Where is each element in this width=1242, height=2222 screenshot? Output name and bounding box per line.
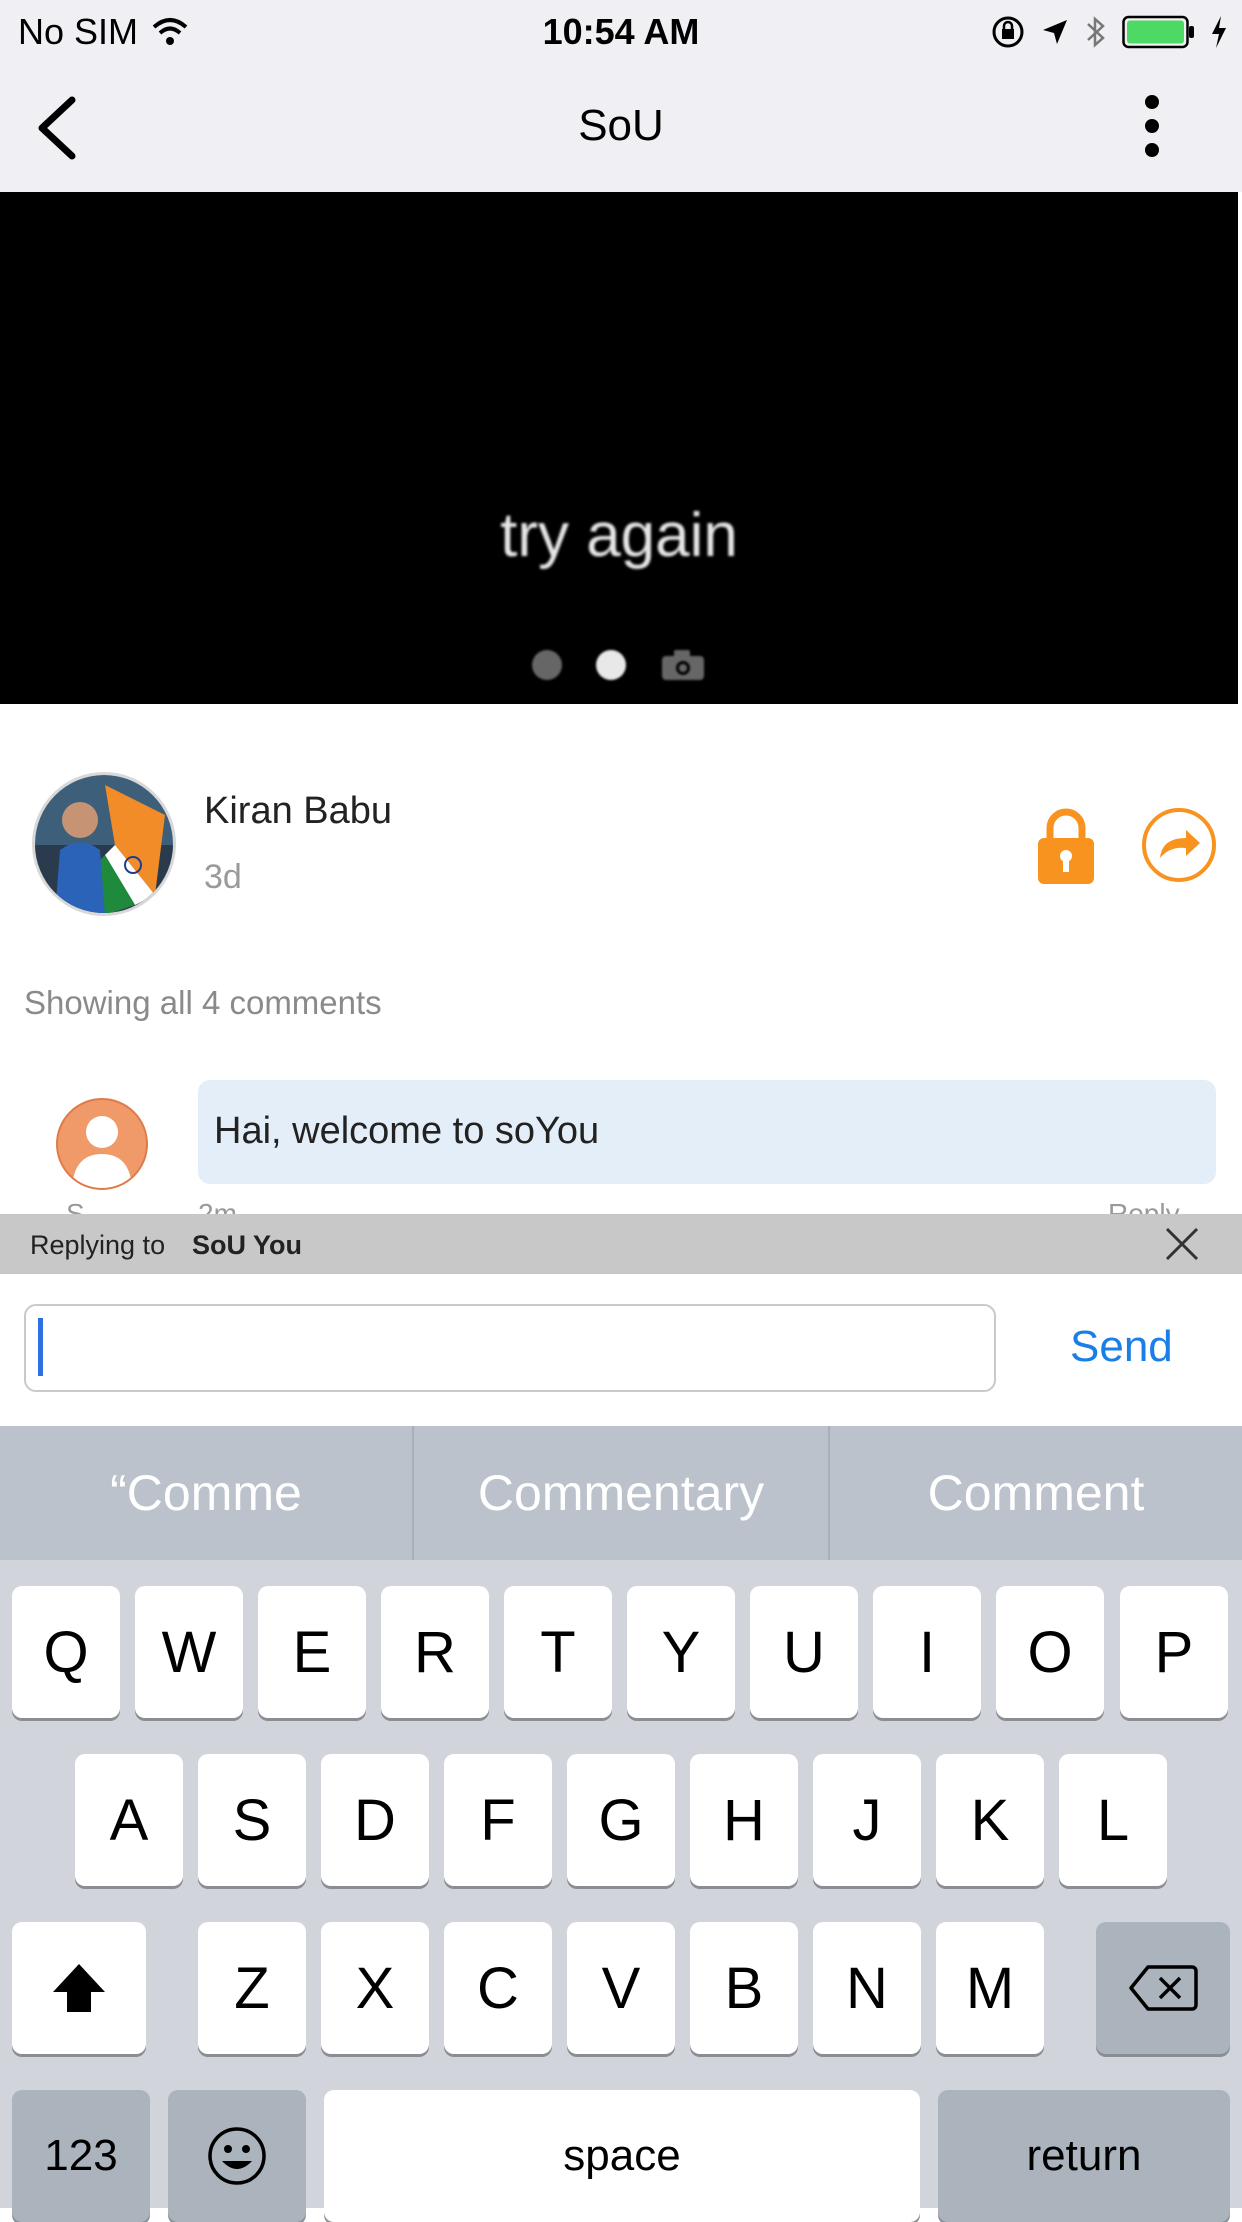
charging-icon — [1212, 16, 1226, 48]
replying-to-name: SoU You — [192, 1230, 303, 1260]
status-right — [990, 10, 1228, 54]
key-c[interactable]: C — [444, 1922, 552, 2054]
battery-icon — [1122, 15, 1194, 49]
page-title: SoU — [578, 101, 664, 150]
key-g[interactable]: G — [567, 1754, 675, 1886]
key-u[interactable]: U — [750, 1586, 858, 1718]
key-p[interactable]: P — [1120, 1586, 1228, 1718]
replying-bar — [0, 1214, 1242, 1274]
key-j[interactable]: J — [813, 1754, 921, 1886]
pager-dot — [532, 650, 562, 680]
key-n[interactable]: N — [813, 1922, 921, 2054]
post-time: 3d — [204, 858, 242, 896]
author-photo — [35, 775, 173, 913]
key-l[interactable]: L — [1059, 1754, 1167, 1886]
key-d[interactable]: D — [321, 1754, 429, 1886]
backspace-icon — [1129, 1965, 1198, 2011]
share-icon — [1142, 808, 1216, 882]
key-i[interactable]: I — [873, 1586, 981, 1718]
key-y[interactable]: Y — [627, 1586, 735, 1718]
key-f[interactable]: F — [444, 1754, 552, 1886]
comments-summary: Showing all 4 comments — [24, 984, 382, 1021]
emoji-key[interactable] — [168, 2090, 306, 2222]
comment-input[interactable] — [24, 1304, 996, 1392]
numbers-key[interactable]: 123 — [12, 2090, 150, 2222]
cancel-reply-button[interactable] — [1164, 1226, 1200, 1262]
more-vertical-icon — [1145, 95, 1159, 157]
share-button[interactable] — [1140, 806, 1218, 884]
emoji-icon — [208, 2127, 266, 2185]
suggestion-1[interactable]: “Comme — [0, 1426, 412, 1560]
author-name[interactable]: Kiran Babu — [204, 790, 392, 833]
key-e[interactable]: E — [258, 1586, 366, 1718]
commenter-avatar[interactable] — [56, 1098, 148, 1190]
return-key[interactable]: return — [938, 2090, 1230, 2222]
media-viewer[interactable] — [0, 192, 1238, 704]
space-key[interactable]: space — [324, 2090, 920, 2222]
key-x[interactable]: X — [321, 1922, 429, 2054]
suggestion-2[interactable]: Commentary — [414, 1426, 828, 1560]
key-w[interactable]: W — [135, 1586, 243, 1718]
pager-dot-active — [596, 650, 626, 680]
privacy-lock-button[interactable] — [1034, 806, 1098, 886]
key-r[interactable]: R — [381, 1586, 489, 1718]
more-button[interactable] — [1122, 88, 1182, 164]
key-t[interactable]: T — [504, 1586, 612, 1718]
location-icon — [1043, 20, 1067, 44]
shift-key[interactable] — [12, 1922, 146, 2054]
replying-label: Replying to — [30, 1230, 166, 1260]
key-k[interactable]: K — [936, 1754, 1044, 1886]
close-icon — [1165, 1227, 1199, 1261]
author-avatar[interactable] — [32, 772, 176, 916]
key-a[interactable]: A — [75, 1754, 183, 1886]
text-caret — [38, 1318, 43, 1376]
media-pager — [0, 648, 1238, 682]
key-h[interactable]: H — [690, 1754, 798, 1886]
key-q[interactable]: Q — [12, 1586, 120, 1718]
bluetooth-icon — [1087, 16, 1105, 48]
key-v[interactable]: V — [567, 1922, 675, 2054]
key-z[interactable]: Z — [198, 1922, 306, 2054]
lock-icon — [1038, 808, 1094, 884]
key-b[interactable]: B — [690, 1922, 798, 2054]
shift-icon — [53, 1964, 105, 2012]
key-m[interactable]: M — [936, 1922, 1044, 2054]
user-placeholder-icon — [72, 1116, 132, 1188]
camera-icon — [662, 650, 704, 680]
key-o[interactable]: O — [996, 1586, 1104, 1718]
suggestion-3[interactable]: Comment — [830, 1426, 1242, 1560]
orientation-lock-icon — [992, 16, 1024, 48]
delete-key[interactable] — [1096, 1922, 1230, 2054]
media-caption: try again — [500, 501, 738, 570]
send-button[interactable]: Send — [1070, 1322, 1173, 1372]
key-s[interactable]: S — [198, 1754, 306, 1886]
comment-text: Hai, welcome to soYou — [214, 1110, 600, 1152]
